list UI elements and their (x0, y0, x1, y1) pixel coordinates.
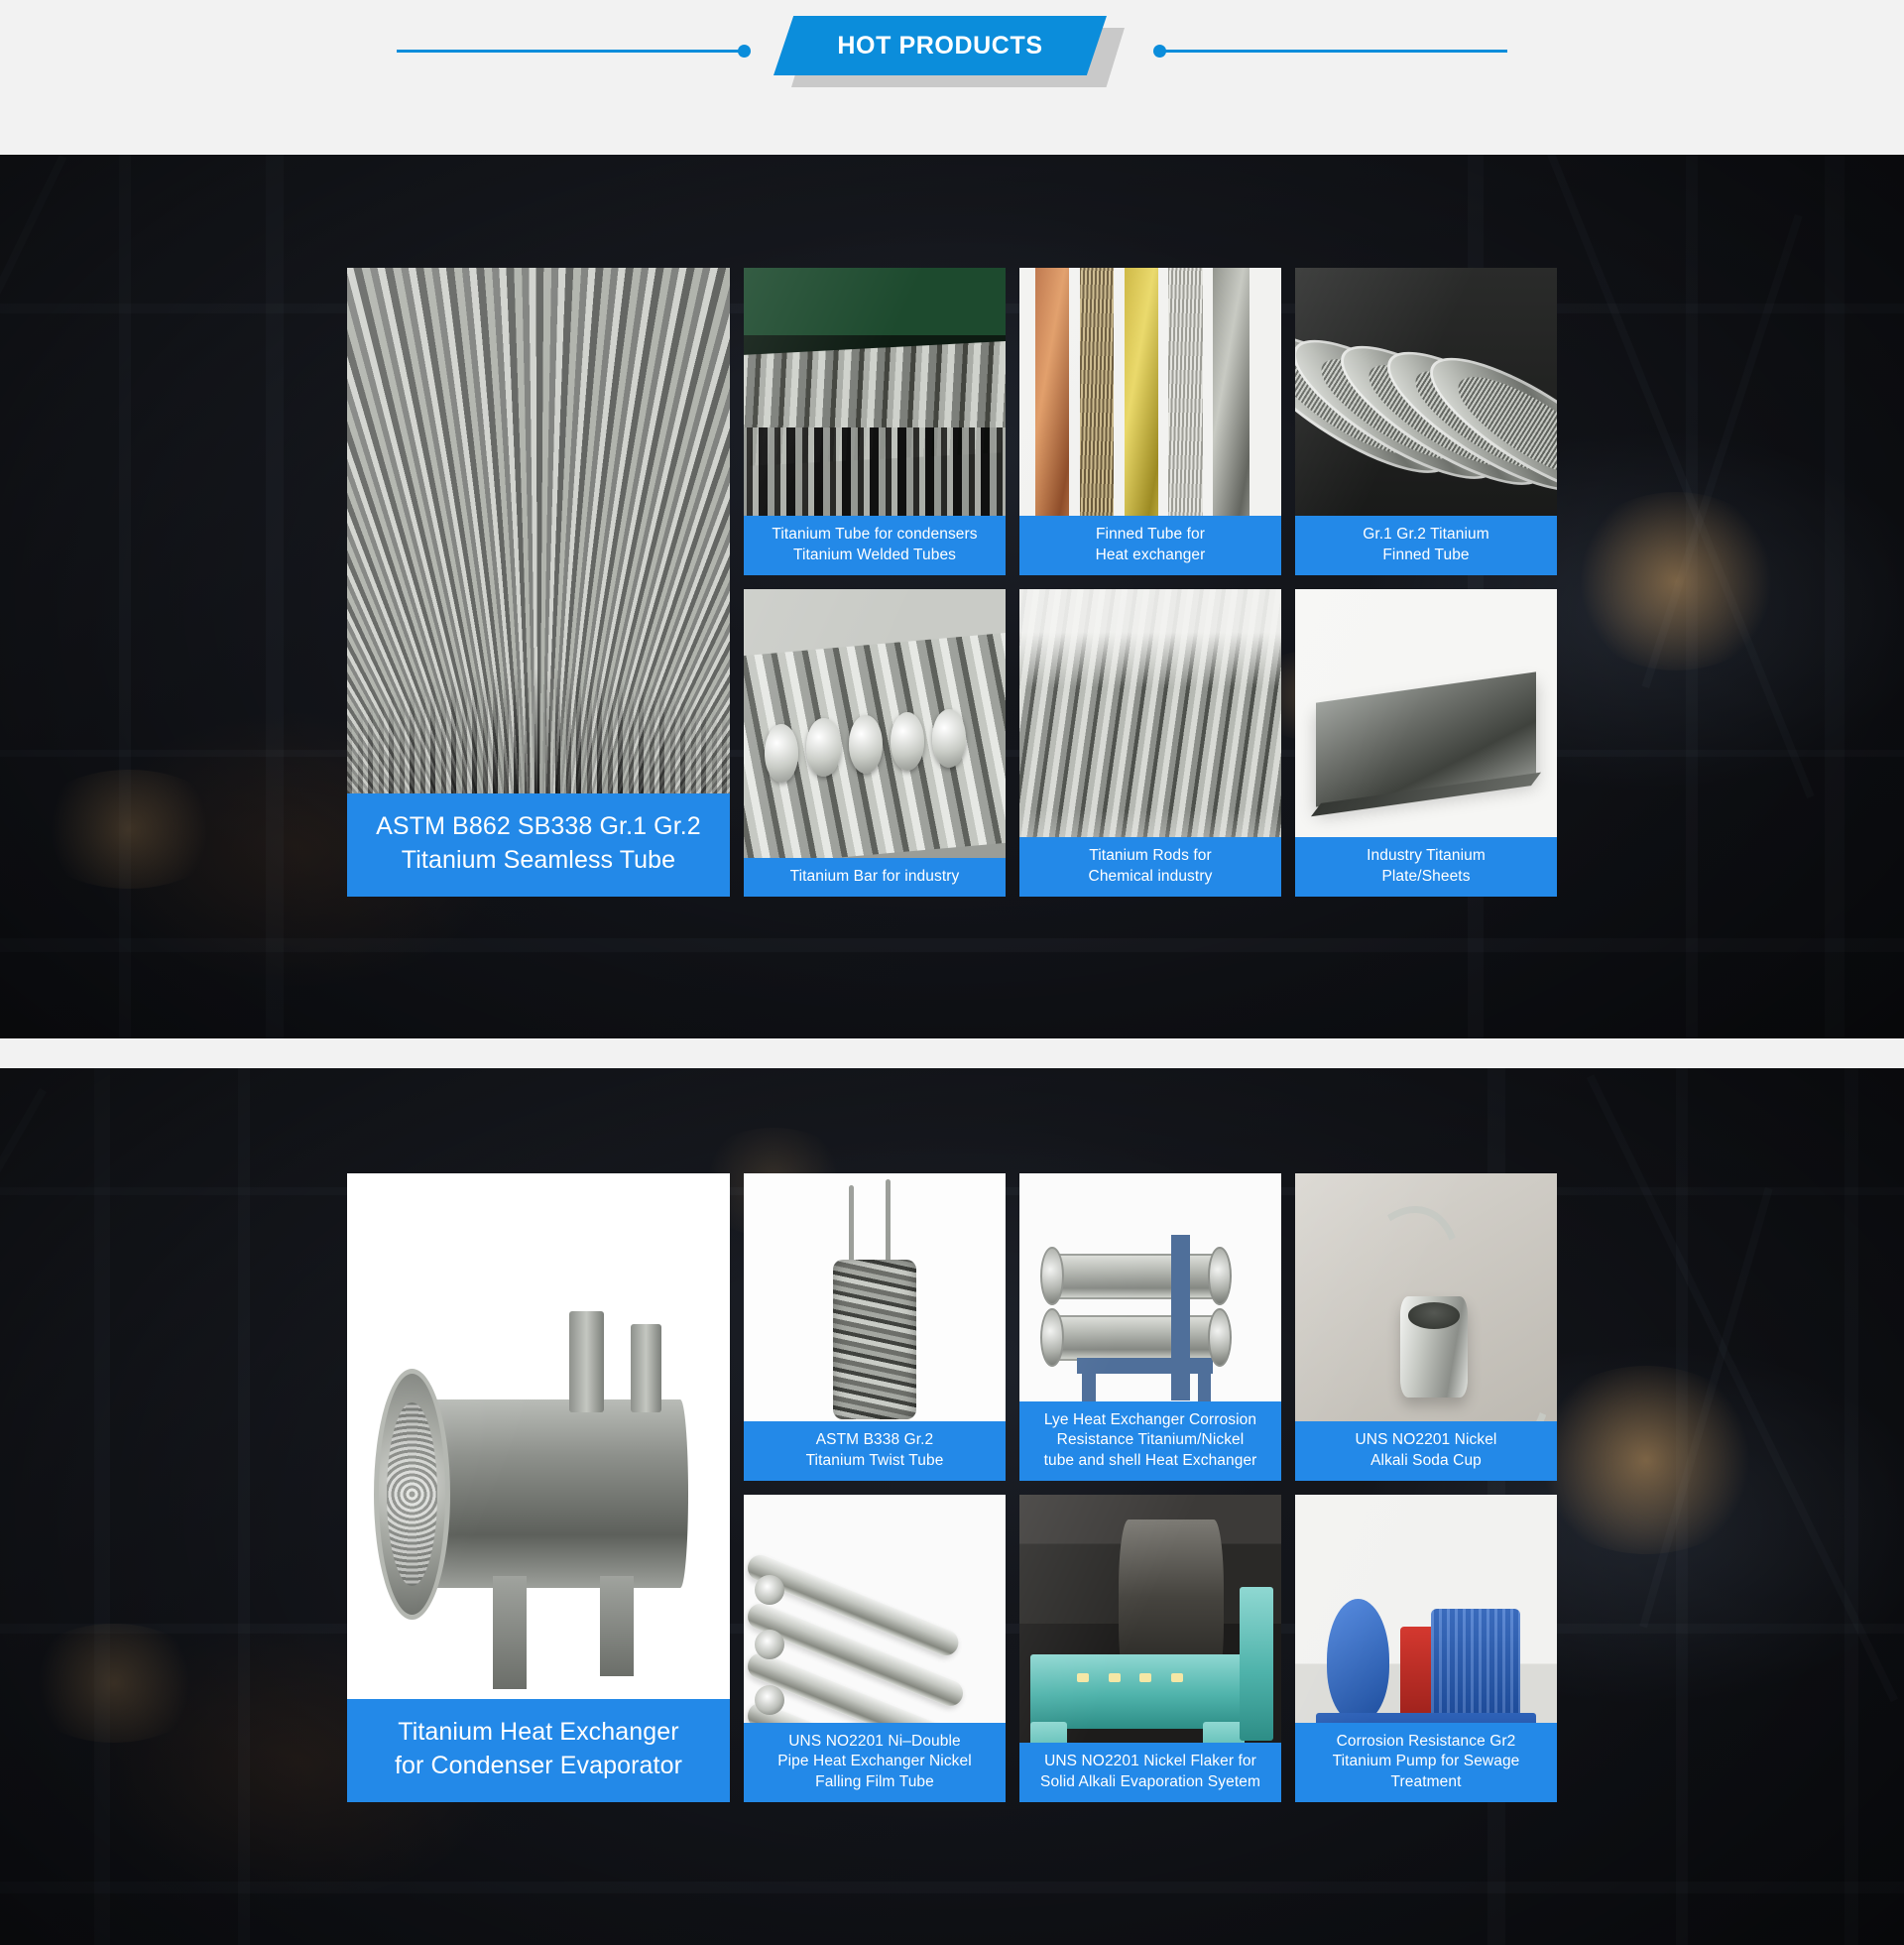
caption-line-2: Pipe Heat Exchanger Nickel (777, 1753, 972, 1770)
page-title: HOT PRODUCTS (837, 31, 1043, 60)
header-rule-right (1160, 50, 1507, 53)
product-caption-uns-no2201-double-pipe: UNS NO2201 Ni–Double Pipe Heat Exchanger… (744, 1722, 1006, 1802)
caption-line-3: Falling Film Tube (815, 1772, 934, 1790)
caption-line-1: Industry Titanium (1367, 847, 1486, 865)
caption-line-1: Finned Tube for (1095, 526, 1206, 544)
product-caption-titanium-bar-for-industry: Titanium Bar for industry (744, 857, 1006, 897)
product-caption-titanium-rods-chemical-industry: Titanium Rods for Chemical industry (1019, 837, 1281, 897)
product-card-gr1-gr2-titanium-finned-tube[interactable]: Gr.1 Gr.2 Titanium Finned Tube (1295, 268, 1557, 575)
caption-line-1: Titanium Heat Exchanger (398, 1718, 679, 1746)
product-card-titanium-seamless-tube[interactable]: ASTM B862 SB338 Gr.1 Gr.2 Titanium Seaml… (347, 268, 730, 897)
caption-line-2: Finned Tube (1382, 546, 1470, 563)
product-card-uns-no2201-double-pipe[interactable]: UNS NO2201 Ni–Double Pipe Heat Exchanger… (744, 1495, 1006, 1802)
product-card-industry-titanium-plate-sheets[interactable]: Industry Titanium Plate/Sheets (1295, 589, 1557, 897)
section-divider (0, 1038, 1904, 1068)
product-caption-astm-b338-gr2-titanium-twist-tube: ASTM B338 Gr.2 Titanium Twist Tube (744, 1421, 1006, 1481)
product-card-finned-tube-heat-exchanger[interactable]: Finned Tube for Heat exchanger (1019, 268, 1281, 575)
caption-line-1: Titanium Rods for (1089, 847, 1212, 865)
caption-line-3: Treatment (1390, 1772, 1462, 1790)
header-dot-right (1153, 45, 1166, 58)
product-grid-2: Titanium Heat Exchanger for Condenser Ev… (347, 1068, 1557, 1802)
product-grid-1: ASTM B862 SB338 Gr.1 Gr.2 Titanium Seaml… (347, 155, 1557, 897)
caption-line-1: ASTM B862 SB338 Gr.1 Gr.2 (376, 812, 701, 840)
product-card-titanium-bar-for-industry[interactable]: Titanium Bar for industry (744, 589, 1006, 897)
caption-line-2: Plate/Sheets (1381, 867, 1471, 885)
caption-line-1: Titanium Bar for industry (789, 867, 960, 885)
caption-line-1: Titanium Tube for condensers (772, 526, 978, 544)
header-rule-left (397, 50, 744, 53)
product-caption-uns-no2201-nickel-flaker: UNS NO2201 Nickel Flaker for Solid Alkal… (1019, 1743, 1281, 1802)
product-caption-gr1-gr2-titanium-finned-tube: Gr.1 Gr.2 Titanium Finned Tube (1295, 516, 1557, 575)
product-card-titanium-heat-exchanger[interactable]: Titanium Heat Exchanger for Condenser Ev… (347, 1173, 730, 1802)
heat-exchanger-section: Titanium Heat Exchanger for Condenser Ev… (0, 1068, 1904, 1945)
product-card-lye-heat-exchanger[interactable]: Lye Heat Exchanger Corrosion Resistance … (1019, 1173, 1281, 1481)
product-card-astm-b338-gr2-titanium-twist-tube[interactable]: ASTM B338 Gr.2 Titanium Twist Tube (744, 1173, 1006, 1481)
product-card-nickel-alkali-soda-cup[interactable]: UNS NO2201 Nickel Alkali Soda Cup (1295, 1173, 1557, 1481)
caption-line-2: Alkali Soda Cup (1370, 1451, 1482, 1469)
product-image-titanium-bar-for-industry (744, 589, 1006, 897)
caption-line-1: Lye Heat Exchanger Corrosion (1043, 1410, 1257, 1428)
product-caption-lye-heat-exchanger: Lye Heat Exchanger Corrosion Resistance … (1019, 1400, 1281, 1481)
product-caption-industry-titanium-plate-sheets: Industry Titanium Plate/Sheets (1295, 837, 1557, 897)
caption-line-1: Gr.1 Gr.2 Titanium (1363, 526, 1489, 544)
caption-line-2: Titanium Twist Tube (805, 1451, 944, 1469)
product-caption-titanium-heat-exchanger: Titanium Heat Exchanger for Condenser Ev… (347, 1699, 730, 1802)
caption-line-2: Titanium Pump for Sewage (1332, 1753, 1520, 1770)
product-card-titanium-welded-tubes[interactable]: Titanium Tube for condensers Titanium We… (744, 268, 1006, 575)
caption-line-1: UNS NO2201 Nickel (1355, 1431, 1497, 1449)
product-card-corrosion-resistance-gr2-titanium-pump[interactable]: Corrosion Resistance Gr2 Titanium Pump f… (1295, 1495, 1557, 1802)
caption-line-2: Resistance Titanium/Nickel (1056, 1431, 1245, 1449)
caption-line-1: UNS NO2201 Nickel Flaker for (1044, 1753, 1256, 1770)
caption-line-1: Corrosion Resistance Gr2 (1336, 1732, 1516, 1750)
caption-line-2: Chemical industry (1088, 867, 1213, 885)
product-caption-titanium-welded-tubes: Titanium Tube for condensers Titanium We… (744, 516, 1006, 575)
hot-products-header: HOT PRODUCTS (0, 0, 1904, 155)
product-caption-corrosion-resistance-gr2-titanium-pump: Corrosion Resistance Gr2 Titanium Pump f… (1295, 1722, 1557, 1802)
caption-line-2: for Condenser Evaporator (394, 1752, 683, 1779)
product-card-titanium-rods-chemical-industry[interactable]: Titanium Rods for Chemical industry (1019, 589, 1281, 897)
caption-line-2: Titanium Seamless Tube (401, 846, 676, 874)
product-caption-nickel-alkali-soda-cup: UNS NO2201 Nickel Alkali Soda Cup (1295, 1421, 1557, 1481)
caption-line-2: Heat exchanger (1095, 546, 1206, 563)
product-caption-finned-tube-heat-exchanger: Finned Tube for Heat exchanger (1019, 516, 1281, 575)
caption-line-1: ASTM B338 Gr.2 (815, 1431, 934, 1449)
titanium-tubes-section: ASTM B862 SB338 Gr.1 Gr.2 Titanium Seaml… (0, 155, 1904, 1038)
header-banner-main: HOT PRODUCTS (774, 16, 1107, 75)
caption-line-2: Titanium Welded Tubes (792, 546, 957, 563)
caption-line-1: UNS NO2201 Ni–Double (788, 1732, 961, 1750)
header-inner: HOT PRODUCTS (397, 8, 1507, 91)
header-dot-left (738, 45, 751, 58)
header-banner: HOT PRODUCTS (774, 16, 1130, 87)
caption-line-2: Solid Alkali Evaporation Syetem (1040, 1772, 1260, 1790)
product-card-uns-no2201-nickel-flaker[interactable]: UNS NO2201 Nickel Flaker for Solid Alkal… (1019, 1495, 1281, 1802)
caption-line-3: tube and shell Heat Exchanger (1043, 1451, 1257, 1469)
product-caption-titanium-seamless-tube: ASTM B862 SB338 Gr.1 Gr.2 Titanium Seaml… (347, 793, 730, 897)
